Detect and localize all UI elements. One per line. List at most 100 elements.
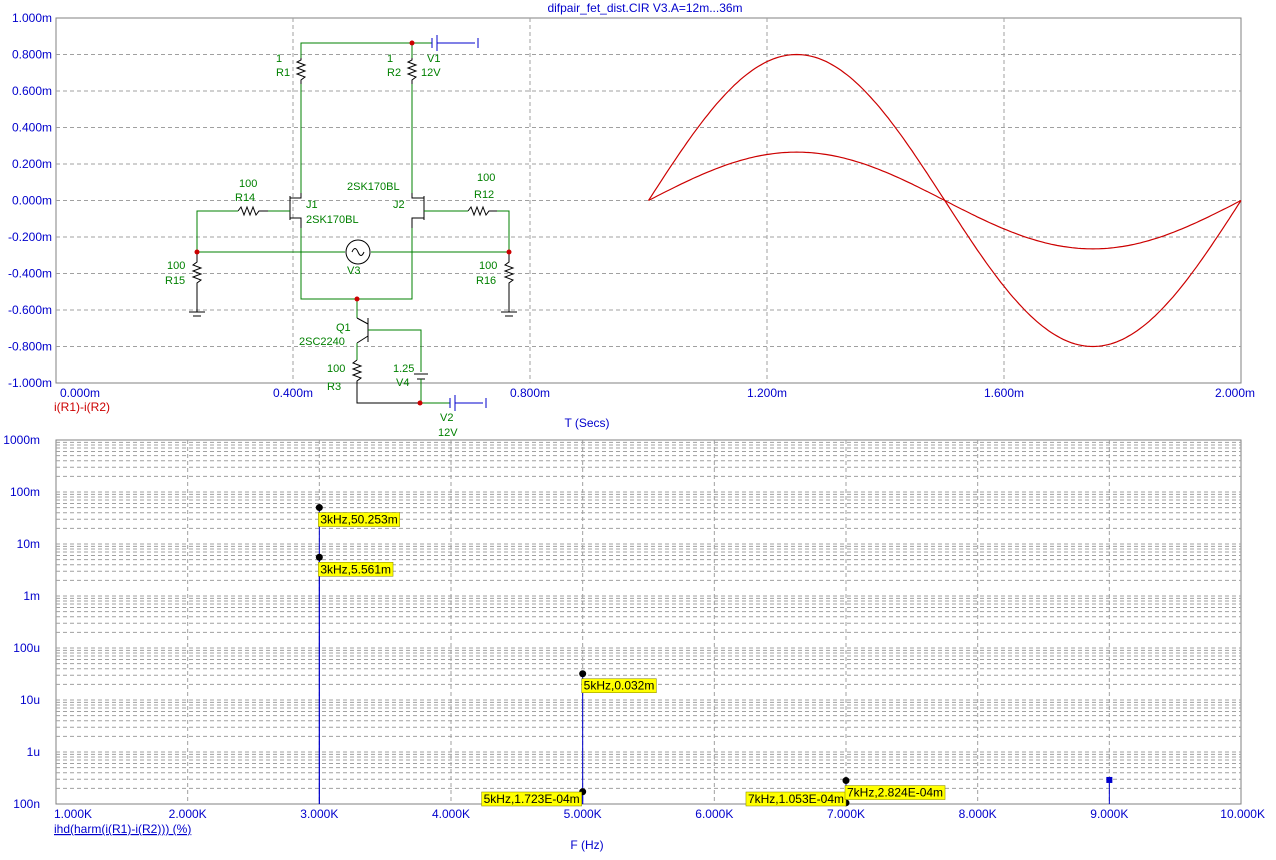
label-v4: V4	[396, 377, 409, 389]
label-r2-value: 1	[387, 53, 393, 65]
label-r1: R1	[276, 67, 290, 79]
label-r15-value: 100	[167, 260, 185, 272]
spectrum-annotation: 5kHz,0.032m	[581, 678, 657, 693]
time-y-tick-label: 0.000m	[12, 194, 52, 208]
time-plot-y-ticks: 1.000m 0.800m 0.600m 0.400m 0.200m 0.000m -0.2…	[8, 11, 52, 390]
spectrum-x-tick-label: 5.000K	[564, 807, 602, 821]
j2-drain	[411, 193, 424, 199]
resistor-r14	[237, 205, 268, 217]
svg-text:3kHz,5.561m: 3kHz,5.561m	[320, 562, 391, 576]
spectrum-annotation: 7kHz,1.053E-04m	[745, 791, 847, 807]
time-y-tick-label: 0.600m	[12, 84, 52, 98]
label-r3: R3	[327, 381, 341, 393]
battery-v1	[431, 35, 479, 51]
j1-drain	[290, 193, 302, 199]
label-q1: Q1	[336, 322, 351, 334]
svg-text:7kHz,1.053E-04m: 7kHz,1.053E-04m	[748, 792, 844, 806]
spectrum-stem-marker	[315, 553, 323, 561]
label-r12-value: 100	[477, 172, 495, 184]
spectrum-plot: 1000m 100m 10m 1m 100u 10u 1u 100n 1.000K 2.000K…	[3, 433, 1265, 852]
label-j1: J1	[306, 199, 318, 211]
node-tail	[354, 296, 360, 302]
spectrum-x-tick-label: 10.000K	[1220, 807, 1265, 821]
resistor-r16	[503, 252, 515, 312]
node-right-mid	[506, 249, 512, 255]
spectrum-annotation: 5kHz,1.723E-04m	[481, 791, 582, 807]
time-x-tick-label: 1.600m	[984, 386, 1024, 400]
ground-r16	[501, 311, 517, 317]
time-x-tick-label: 0.000m	[60, 386, 100, 400]
label-q1-part: 2SC2240	[299, 336, 345, 348]
spectrum-plot-y-ticks: 1000m 100m 10m 1m 100u 10u 1u 100n	[3, 433, 40, 811]
q1-collector	[356, 317, 369, 325]
battery-v2	[449, 395, 487, 411]
time-plot-legend: i(R1)-i(R2)	[54, 400, 110, 414]
label-v2-value: 12V	[438, 427, 458, 439]
spectrum-plot-grid	[56, 440, 1241, 804]
time-y-tick-label: -1.000m	[8, 376, 52, 390]
time-axis-label: T (Secs)	[564, 416, 609, 430]
label-r16: R16	[476, 275, 496, 287]
time-y-tick-label: -0.800m	[8, 340, 52, 354]
time-y-tick-label: 0.400m	[12, 121, 52, 135]
spectrum-y-tick-label: 1m	[23, 589, 40, 603]
schematic-labels: 1 R1 1 R2 V1 12V 100 R14 J1 2SK170BL 2SK…	[165, 53, 497, 439]
time-y-tick-label: -0.600m	[8, 303, 52, 317]
spectrum-stem-marker	[315, 504, 323, 512]
spectrum-x-tick-label: 6.000K	[695, 807, 733, 821]
spectrum-annotation: 3kHz,50.253m	[318, 512, 400, 527]
time-x-tick-label: 0.800m	[510, 386, 550, 400]
source-v3-wave	[351, 248, 365, 256]
resistor-r1	[295, 58, 307, 84]
spectrum-y-tick-label: 10m	[17, 537, 40, 551]
j1-source	[290, 217, 302, 228]
label-v1-value: 12V	[421, 67, 441, 79]
label-r12: R12	[474, 189, 494, 201]
label-v1: V1	[427, 53, 440, 65]
spectrum-plot-legend: ihd(harm(i(R1)-i(R2))) (%)	[54, 822, 191, 836]
spectrum-y-tick-label: 1u	[27, 745, 40, 759]
label-r14: R14	[235, 192, 255, 204]
svg-text:5kHz,0.032m: 5kHz,0.032m	[584, 679, 655, 693]
spectrum-y-tick-label: 10u	[20, 693, 40, 707]
time-plot: 1.000m 0.800m 0.600m 0.400m 0.200m 0.000m -0.2…	[8, 1, 1255, 430]
label-r15: R15	[165, 275, 185, 287]
spectrum-plot-x-ticks: 1.000K 2.000K 3.000K 4.000K 5.000K 6.000K 7.00…	[54, 807, 1265, 821]
wire-r14-left	[196, 210, 238, 252]
spectrum-y-tick-label: 100m	[10, 485, 40, 499]
spectrum-x-tick-label: 4.000K	[432, 807, 470, 821]
time-y-tick-label: -0.200m	[8, 230, 52, 244]
simulation-window: 1.000m 0.800m 0.600m 0.400m 0.200m 0.000m -0.2…	[3, 1, 1265, 852]
spectrum-annotation: 3kHz,5.561m	[318, 562, 394, 577]
label-j1-part: 2SK170BL	[306, 214, 359, 226]
label-r2: R2	[387, 67, 401, 79]
label-v3: V3	[347, 265, 360, 277]
svg-text:7kHz,2.824E-04m: 7kHz,2.824E-04m	[847, 786, 943, 800]
spectrum-stem-marker	[842, 777, 850, 785]
label-r14-value: 100	[239, 178, 257, 190]
time-x-tick-label: 2.000m	[1215, 386, 1255, 400]
spectrum-x-tick-label: 7.000K	[827, 807, 865, 821]
j2-source	[411, 217, 424, 228]
frequency-axis-label: F (Hz)	[570, 838, 603, 852]
spectrum-y-tick-label: 1000m	[3, 433, 40, 447]
wire-top-rail	[300, 42, 413, 58]
spectrum-y-tick-label: 100u	[13, 641, 40, 655]
time-y-tick-label: 1.000m	[12, 11, 52, 25]
label-r1-value: 1	[276, 53, 282, 65]
node-left-mid	[194, 249, 200, 255]
label-j2-part: 2SK170BL	[347, 181, 400, 193]
spectrum-x-tick-label: 2.000K	[169, 807, 207, 821]
chart-title: difpair_fet_dist.CIR V3.A=12m...36m	[547, 1, 742, 15]
spectrum-x-tick-label: 9.000K	[1090, 807, 1128, 821]
time-y-tick-label: 0.800m	[12, 48, 52, 62]
time-x-tick-label: 0.400m	[273, 386, 313, 400]
time-y-tick-label: 0.200m	[12, 157, 52, 171]
spectrum-stem-marker	[579, 670, 587, 678]
spectrum-stem-marker	[1106, 776, 1113, 783]
label-j2: J2	[393, 199, 405, 211]
spectrum-x-tick-label: 3.000K	[300, 807, 338, 821]
time-plot-x-ticks: 0.000m 0.400m 0.800m 1.200m 1.600m 2.000m	[60, 386, 1255, 400]
battery-v4	[414, 373, 428, 380]
resistor-r12	[467, 205, 497, 217]
